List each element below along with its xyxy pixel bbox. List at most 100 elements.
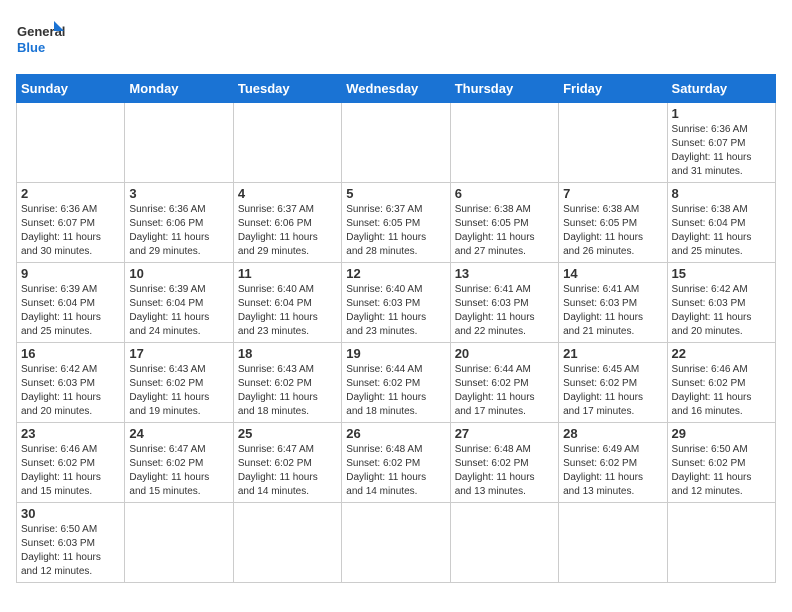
calendar-cell (342, 503, 450, 583)
calendar-cell: 11 Sunrise: 6:40 AM Sunset: 6:04 PM Dayli… (233, 263, 341, 343)
day-number: 25 (238, 426, 337, 441)
day-number: 2 (21, 186, 120, 201)
calendar-cell: 7 Sunrise: 6:38 AM Sunset: 6:05 PM Daylig… (559, 183, 667, 263)
day-header-saturday: Saturday (667, 75, 775, 103)
day-header-wednesday: Wednesday (342, 75, 450, 103)
day-info: Sunrise: 6:46 AM Sunset: 6:02 PM Dayligh… (672, 363, 771, 419)
day-info: Sunrise: 6:44 AM Sunset: 6:02 PM Dayligh… (455, 363, 554, 419)
calendar-cell (17, 103, 125, 183)
day-info: Sunrise: 6:40 AM Sunset: 6:04 PM Dayligh… (238, 283, 337, 339)
day-number: 1 (672, 106, 771, 121)
calendar-cell: 9 Sunrise: 6:39 AM Sunset: 6:04 PM Daylig… (17, 263, 125, 343)
day-number: 12 (346, 266, 445, 281)
calendar-table: SundayMondayTuesdayWednesdayThursdayFrid… (16, 74, 776, 583)
calendar-cell (450, 503, 558, 583)
day-info: Sunrise: 6:46 AM Sunset: 6:02 PM Dayligh… (21, 443, 120, 499)
day-info: Sunrise: 6:48 AM Sunset: 6:02 PM Dayligh… (455, 443, 554, 499)
day-number: 10 (129, 266, 228, 281)
svg-text:Blue: Blue (17, 40, 45, 55)
day-number: 22 (672, 346, 771, 361)
calendar-week-row: 30Sunrise: 6:50 AM Sunset: 6:03 PM Dayli… (17, 503, 776, 583)
calendar-cell: 18 Sunrise: 6:43 AM Sunset: 6:02 PM Dayli… (233, 343, 341, 423)
calendar-cell: 5Sunrise: 6:37 AM Sunset: 6:05 PM Daylig… (342, 183, 450, 263)
calendar-cell (233, 503, 341, 583)
calendar-week-row: 1 Sunrise: 6:36 AM Sunset: 6:07 PM Daylig… (17, 103, 776, 183)
day-number: 3 (129, 186, 228, 201)
day-number: 20 (455, 346, 554, 361)
day-info: Sunrise: 6:38 AM Sunset: 6:04 PM Dayligh… (672, 203, 771, 259)
day-number: 21 (563, 346, 662, 361)
calendar-cell (125, 503, 233, 583)
calendar-cell: 10 Sunrise: 6:39 AM Sunset: 6:04 PM Dayli… (125, 263, 233, 343)
day-info: Sunrise: 6:47 AM Sunset: 6:02 PM Dayligh… (238, 443, 337, 499)
day-number: 30 (21, 506, 120, 521)
calendar-cell: 29Sunrise: 6:50 AM Sunset: 6:02 PM Dayli… (667, 423, 775, 503)
day-info: Sunrise: 6:41 AM Sunset: 6:03 PM Dayligh… (455, 283, 554, 339)
calendar-cell: 1 Sunrise: 6:36 AM Sunset: 6:07 PM Daylig… (667, 103, 775, 183)
calendar-cell: 6Sunrise: 6:38 AM Sunset: 6:05 PM Daylig… (450, 183, 558, 263)
day-info: Sunrise: 6:43 AM Sunset: 6:02 PM Dayligh… (129, 363, 228, 419)
day-info: Sunrise: 6:48 AM Sunset: 6:02 PM Dayligh… (346, 443, 445, 499)
day-info: Sunrise: 6:42 AM Sunset: 6:03 PM Dayligh… (21, 363, 120, 419)
day-number: 11 (238, 266, 337, 281)
day-info: Sunrise: 6:45 AM Sunset: 6:02 PM Dayligh… (563, 363, 662, 419)
calendar-header-row: SundayMondayTuesdayWednesdayThursdayFrid… (17, 75, 776, 103)
day-header-friday: Friday (559, 75, 667, 103)
day-number: 17 (129, 346, 228, 361)
day-number: 18 (238, 346, 337, 361)
day-header-sunday: Sunday (17, 75, 125, 103)
calendar-cell (233, 103, 341, 183)
day-number: 27 (455, 426, 554, 441)
calendar-cell: 24Sunrise: 6:47 AM Sunset: 6:02 PM Dayli… (125, 423, 233, 503)
calendar-cell (559, 103, 667, 183)
calendar-cell: 21 Sunrise: 6:45 AM Sunset: 6:02 PM Dayli… (559, 343, 667, 423)
day-number: 29 (672, 426, 771, 441)
day-info: Sunrise: 6:38 AM Sunset: 6:05 PM Dayligh… (455, 203, 554, 259)
calendar-cell (667, 503, 775, 583)
calendar-week-row: 16 Sunrise: 6:42 AM Sunset: 6:03 PM Dayli… (17, 343, 776, 423)
calendar-cell: 3 Sunrise: 6:36 AM Sunset: 6:06 PM Daylig… (125, 183, 233, 263)
calendar-cell: 8 Sunrise: 6:38 AM Sunset: 6:04 PM Daylig… (667, 183, 775, 263)
calendar-cell: 22 Sunrise: 6:46 AM Sunset: 6:02 PM Dayli… (667, 343, 775, 423)
day-number: 19 (346, 346, 445, 361)
day-info: Sunrise: 6:39 AM Sunset: 6:04 PM Dayligh… (129, 283, 228, 339)
calendar-cell: 23 Sunrise: 6:46 AM Sunset: 6:02 PM Dayli… (17, 423, 125, 503)
day-number: 28 (563, 426, 662, 441)
day-number: 26 (346, 426, 445, 441)
calendar-cell: 14Sunrise: 6:41 AM Sunset: 6:03 PM Dayli… (559, 263, 667, 343)
day-info: Sunrise: 6:40 AM Sunset: 6:03 PM Dayligh… (346, 283, 445, 339)
day-info: Sunrise: 6:49 AM Sunset: 6:02 PM Dayligh… (563, 443, 662, 499)
logo: General Blue (16, 16, 66, 66)
day-info: Sunrise: 6:42 AM Sunset: 6:03 PM Dayligh… (672, 283, 771, 339)
day-info: Sunrise: 6:37 AM Sunset: 6:05 PM Dayligh… (346, 203, 445, 259)
day-number: 7 (563, 186, 662, 201)
calendar-cell: 28 Sunrise: 6:49 AM Sunset: 6:02 PM Dayli… (559, 423, 667, 503)
calendar-cell: 17 Sunrise: 6:43 AM Sunset: 6:02 PM Dayli… (125, 343, 233, 423)
logo-svg: General Blue (16, 16, 66, 66)
calendar-cell: 15Sunrise: 6:42 AM Sunset: 6:03 PM Dayli… (667, 263, 775, 343)
calendar-cell: 12 Sunrise: 6:40 AM Sunset: 6:03 PM Dayli… (342, 263, 450, 343)
calendar-cell: 16 Sunrise: 6:42 AM Sunset: 6:03 PM Dayli… (17, 343, 125, 423)
day-number: 13 (455, 266, 554, 281)
calendar-cell (342, 103, 450, 183)
day-info: Sunrise: 6:38 AM Sunset: 6:05 PM Dayligh… (563, 203, 662, 259)
day-info: Sunrise: 6:43 AM Sunset: 6:02 PM Dayligh… (238, 363, 337, 419)
page-header: General Blue (16, 16, 776, 66)
calendar-week-row: 2 Sunrise: 6:36 AM Sunset: 6:07 PM Daylig… (17, 183, 776, 263)
calendar-cell: 4Sunrise: 6:37 AM Sunset: 6:06 PM Daylig… (233, 183, 341, 263)
day-info: Sunrise: 6:36 AM Sunset: 6:06 PM Dayligh… (129, 203, 228, 259)
day-info: Sunrise: 6:47 AM Sunset: 6:02 PM Dayligh… (129, 443, 228, 499)
calendar-cell: 30Sunrise: 6:50 AM Sunset: 6:03 PM Dayli… (17, 503, 125, 583)
calendar-cell: 19Sunrise: 6:44 AM Sunset: 6:02 PM Dayli… (342, 343, 450, 423)
day-number: 8 (672, 186, 771, 201)
calendar-week-row: 23 Sunrise: 6:46 AM Sunset: 6:02 PM Dayli… (17, 423, 776, 503)
day-number: 16 (21, 346, 120, 361)
day-info: Sunrise: 6:37 AM Sunset: 6:06 PM Dayligh… (238, 203, 337, 259)
day-header-monday: Monday (125, 75, 233, 103)
calendar-cell: 2 Sunrise: 6:36 AM Sunset: 6:07 PM Daylig… (17, 183, 125, 263)
day-info: Sunrise: 6:36 AM Sunset: 6:07 PM Dayligh… (672, 123, 771, 179)
day-number: 9 (21, 266, 120, 281)
day-info: Sunrise: 6:39 AM Sunset: 6:04 PM Dayligh… (21, 283, 120, 339)
day-info: Sunrise: 6:36 AM Sunset: 6:07 PM Dayligh… (21, 203, 120, 259)
day-number: 23 (21, 426, 120, 441)
